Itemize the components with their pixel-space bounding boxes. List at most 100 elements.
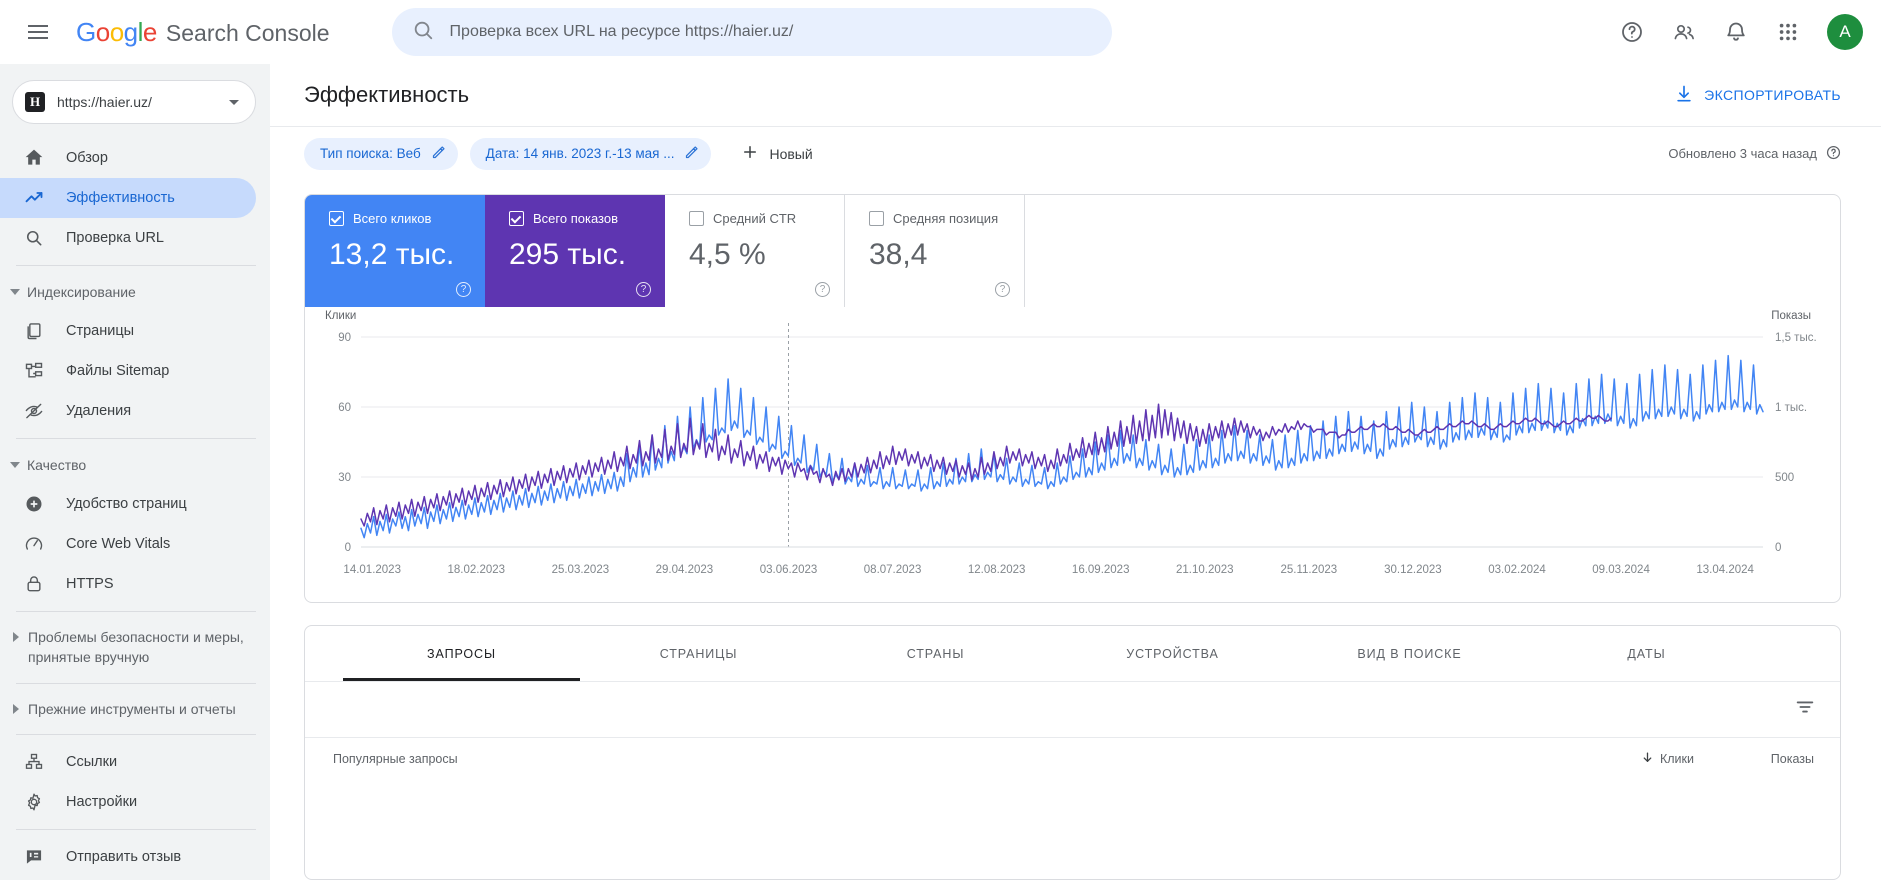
updated-text: Обновлено 3 часа назад — [1668, 146, 1817, 161]
svg-text:21.10.2023: 21.10.2023 — [1176, 564, 1234, 576]
help-icon[interactable]: ? — [815, 282, 830, 297]
filter-chip-date[interactable]: Дата: 14 янв. 2023 г.-13 мая ... — [469, 137, 712, 170]
sidebar-item-label: Эффективность — [66, 190, 175, 206]
divider — [16, 611, 256, 612]
metric-card-position[interactable]: Средняя позиция 38,4 ? — [845, 195, 1025, 307]
metric-card-impressions[interactable]: Всего показов 295 тыс. ? — [485, 195, 665, 307]
top-bar-actions: A — [1609, 9, 1863, 55]
column-header-impressions[interactable]: Показы — [1694, 752, 1814, 766]
sidebar-item-pages[interactable]: Страницы — [0, 311, 256, 351]
sidebar-item-security-manual-actions[interactable]: Проблемы безопасности и меры, принятые в… — [0, 619, 270, 676]
sidebar-item-page-experience[interactable]: Удобство страниц — [0, 484, 256, 524]
sidebar-item-legacy-tools[interactable]: Прежние инструменты и отчеты — [0, 691, 270, 727]
accounts-icon[interactable] — [1661, 9, 1707, 55]
pencil-icon[interactable] — [431, 145, 446, 163]
svg-text:1,5 тыс.: 1,5 тыс. — [1775, 332, 1817, 344]
sidebar-item-feedback[interactable]: Отправить отзыв — [0, 837, 256, 877]
metric-card-clicks[interactable]: Всего кликов 13,2 тыс. ? — [305, 195, 485, 307]
svg-text:25.11.2023: 25.11.2023 — [1281, 564, 1338, 576]
filter-chip-label: Дата: 14 янв. 2023 г.-13 мая ... — [485, 146, 675, 161]
triangle-down-icon — [10, 289, 20, 295]
sidebar-item-removals[interactable]: Удаления — [0, 391, 256, 431]
tab-label: ЗАПРОСЫ — [427, 646, 496, 661]
search-input[interactable] — [449, 23, 1092, 41]
apps-grid-icon[interactable] — [1765, 9, 1811, 55]
performance-chart[interactable]: Клики Показы 0 0 30 500 60 1 тыс. 90 1,5 тыс. 14.0… — [305, 307, 1840, 602]
sidebar-item-performance[interactable]: Эффективность — [0, 178, 256, 218]
filter-chip-search-type[interactable]: Тип поиска: Веб — [304, 137, 458, 170]
export-button[interactable]: ЭКСПОРТИРОВАТЬ — [1674, 84, 1841, 107]
metric-checkbox-clicks[interactable] — [329, 211, 344, 226]
chevron-down-icon — [229, 99, 239, 105]
sidebar-item-sitemaps[interactable]: Файлы Sitemap — [0, 351, 256, 391]
tab-dates[interactable]: ДАТЫ — [1528, 626, 1765, 681]
metric-checkbox-ctr[interactable] — [689, 211, 704, 226]
performance-chart-svg: Клики Показы 0 0 30 500 60 1 тыс. 90 1,5 тыс. 14.0… — [325, 310, 1817, 576]
help-icon[interactable] — [1609, 9, 1655, 55]
performance-card: Всего кликов 13,2 тыс. ? Всего показов 2… — [304, 194, 1841, 603]
svg-text:Показы: Показы — [1771, 310, 1811, 322]
speedometer-icon — [24, 534, 44, 554]
help-icon[interactable]: ? — [456, 282, 471, 297]
svg-text:13.04.2024: 13.04.2024 — [1696, 564, 1754, 576]
sidebar-group-quality[interactable]: Качество — [0, 446, 270, 484]
bell-icon[interactable] — [1713, 9, 1759, 55]
pencil-icon[interactable] — [684, 145, 699, 163]
metric-value: 4,5 % — [689, 238, 766, 271]
svg-text:03.06.2023: 03.06.2023 — [760, 564, 818, 576]
tab-pages[interactable]: СТРАНИЦЫ — [580, 626, 817, 681]
lock-icon — [24, 574, 44, 594]
table-filter-row — [305, 682, 1840, 738]
sidebar-group-label: Качество — [27, 457, 87, 473]
property-selector[interactable]: H https://haier.uz/ — [12, 80, 256, 124]
sidebar-item-core-web-vitals[interactable]: Core Web Vitals — [0, 524, 256, 564]
tab-label: УСТРОЙСТВА — [1126, 646, 1219, 661]
sidebar-group-label: Индексирование — [27, 284, 136, 300]
hamburger-icon[interactable] — [14, 8, 62, 56]
search-container — [391, 8, 1112, 56]
column-header-clicks[interactable]: Клики — [1574, 751, 1694, 767]
brand: Google Search Console — [76, 17, 330, 48]
tab-countries[interactable]: СТРАНЫ — [817, 626, 1054, 681]
sidebar-item-label: Прежние инструменты и отчеты — [28, 700, 236, 717]
tab-label: ВИД В ПОИСКЕ — [1357, 646, 1462, 661]
tab-queries[interactable]: ЗАПРОСЫ — [343, 626, 580, 681]
metric-label: Средняя позиция — [893, 211, 999, 226]
filter-chip-label: Тип поиска: Веб — [320, 146, 421, 161]
svg-text:08.07.2023: 08.07.2023 — [864, 564, 922, 576]
plus-icon — [741, 143, 759, 164]
triangle-right-icon — [13, 703, 19, 714]
page-title: Эффективность — [304, 82, 470, 107]
help-icon[interactable]: ? — [995, 282, 1010, 297]
sidebar-item-settings[interactable]: Настройки — [0, 782, 256, 822]
sidebar-item-url-inspection[interactable]: Проверка URL — [0, 218, 256, 258]
svg-text:09.03.2024: 09.03.2024 — [1592, 564, 1650, 576]
filter-list-icon[interactable] — [1794, 696, 1816, 723]
tab-devices[interactable]: УСТРОЙСТВА — [1054, 626, 1291, 681]
metric-checkbox-position[interactable] — [869, 211, 884, 226]
sidebar-group-indexing[interactable]: Индексирование — [0, 273, 270, 311]
triangle-down-icon — [10, 462, 20, 468]
search-icon — [412, 19, 434, 46]
search-box[interactable] — [391, 8, 1112, 56]
avatar[interactable]: A — [1827, 14, 1863, 50]
svg-text:25.03.2023: 25.03.2023 — [552, 564, 610, 576]
help-icon[interactable]: ? — [636, 282, 651, 297]
help-icon[interactable] — [1826, 145, 1841, 163]
metric-value: 13,2 тыс. — [329, 238, 455, 271]
svg-text:03.02.2024: 03.02.2024 — [1488, 564, 1546, 576]
new-filter-button[interactable]: Новый — [729, 138, 824, 170]
sidebar-item-links[interactable]: Ссылки — [0, 742, 256, 782]
tab-search-appearance[interactable]: ВИД В ПОИСКЕ — [1291, 626, 1528, 681]
svg-text:18.02.2023: 18.02.2023 — [448, 564, 506, 576]
metric-checkbox-impressions[interactable] — [509, 211, 524, 226]
eye-off-icon — [24, 401, 44, 421]
sidebar-item-overview[interactable]: Обзор — [0, 138, 256, 178]
tab-label: СТРАНИЦЫ — [659, 646, 738, 661]
metric-card-ctr[interactable]: Средний CTR 4,5 % ? — [665, 195, 845, 307]
metric-label: Средний CTR — [713, 211, 797, 226]
new-filter-label: Новый — [769, 145, 813, 162]
pages-icon — [24, 321, 44, 341]
sidebar-item-https[interactable]: HTTPS — [0, 564, 256, 604]
sidebar-item-label: Ссылки — [66, 753, 118, 770]
